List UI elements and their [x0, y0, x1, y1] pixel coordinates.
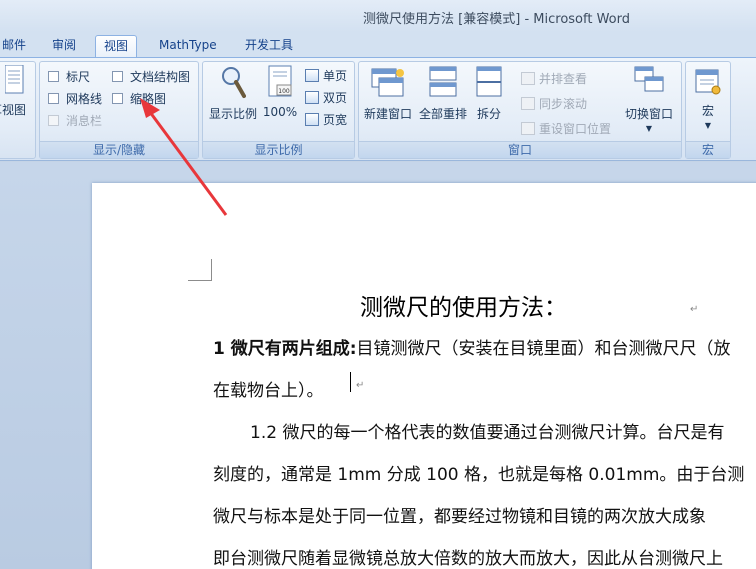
para1-text: 目镜测微尺（安装在目镜里面）和台测微尺尺（放 — [356, 339, 731, 359]
group-window: 新建窗口 全部重排 拆分 并排查看 同步滚动 重设窗口位置 切换窗口 ▼ 窗口 — [358, 61, 682, 159]
page-width-button[interactable]: 页宽 — [305, 111, 347, 128]
window-title: 测微尺使用方法 [兼容模式] - Microsoft Word — [363, 12, 630, 27]
gridlines-checkbox-box[interactable] — [48, 93, 59, 104]
gridlines-checkbox[interactable]: 网格线 — [48, 90, 102, 107]
page-width-label: 页宽 — [323, 113, 348, 127]
para1-bold: 1 微尺有两片组成: — [213, 339, 357, 359]
para1-line1: 1 微尺有两片组成:目镜测微尺（安装在目镜里面）和台测微尺尺（放 — [213, 334, 731, 359]
new-window-label: 新建窗口 — [363, 107, 412, 121]
tab-review[interactable]: 审阅 — [44, 35, 84, 57]
one-page-label: 单页 — [323, 69, 348, 83]
sync-scrolling-button: 同步滚动 — [521, 95, 587, 112]
draft-view-icon — [4, 64, 24, 94]
document-map-label: 文档结构图 — [130, 70, 191, 84]
draft-view-button[interactable]: 草视图 — [0, 64, 33, 118]
page-width-icon — [305, 113, 319, 126]
para2-line4: 即台测微尺随着显微镜总放大倍数的放大而放大，因此从台测微尺上 — [213, 549, 723, 569]
macros-icon — [695, 69, 721, 95]
group-macros: 宏 ▼ 宏 — [685, 61, 731, 159]
group-zoom: 显示比例 100 100% 单页 双页 页宽 显示比例 — [202, 61, 355, 159]
macros-group-label: 宏 — [686, 141, 730, 158]
switch-windows-button[interactable]: 切换窗口 ▼ — [621, 65, 677, 133]
zoom-button[interactable]: 显示比例 — [207, 65, 259, 122]
message-bar-label: 消息栏 — [66, 114, 103, 128]
draft-view-label: 草视图 — [0, 103, 26, 117]
arrange-all-icon — [429, 66, 457, 97]
arrange-all-label: 全部重排 — [418, 107, 467, 121]
sync-scrolling-icon — [521, 97, 535, 110]
zoom-100-label: 100% — [262, 105, 298, 119]
macros-label: 宏 — [701, 104, 714, 118]
tab-view[interactable]: 视图 — [95, 35, 138, 57]
margin-corner-mark — [188, 259, 212, 281]
text-cursor — [350, 372, 351, 392]
para2-line2: 刻度的，通常是 1mm 分成 100 格，也就是每格 0.01mm。由于台测 — [213, 465, 745, 485]
view-side-by-side-label: 并排查看 — [539, 72, 588, 86]
reset-window-position-button: 重设窗口位置 — [521, 120, 611, 137]
para2-line1: 1.2 微尺的每一个格代表的数值要通过台测微尺计算。台尺是有 — [250, 423, 725, 443]
split-button[interactable]: 拆分 — [473, 65, 505, 122]
document-map-checkbox-box[interactable] — [112, 71, 123, 82]
title-bar: 测微尺使用方法 [兼容模式] - Microsoft Word — [0, 0, 756, 32]
group-document-views: 草视图 — [0, 61, 36, 159]
document-heading: 测微尺的使用方法： — [360, 295, 567, 321]
gridlines-label: 网格线 — [66, 92, 103, 106]
ribbon-tab-row: 邮件 审阅 视图 MathType 开发工具 — [0, 32, 756, 57]
ruler-label: 标尺 — [66, 70, 91, 84]
ruler-checkbox-box[interactable] — [48, 71, 59, 82]
reset-window-position-label: 重设窗口位置 — [539, 122, 612, 136]
ribbon: 草视图 标尺 网格线 消息栏 文档结构图 缩略图 显示/隐藏 — [0, 57, 756, 161]
tab-mailings[interactable]: 邮件 — [0, 35, 34, 57]
window-group-label: 窗口 — [359, 141, 681, 158]
show-hide-group-label: 显示/隐藏 — [40, 141, 198, 158]
tab-developer[interactable]: 开发工具 — [237, 35, 301, 57]
message-bar-checkbox: 消息栏 — [48, 112, 102, 129]
side-by-side-icon — [521, 72, 535, 85]
switch-windows-label: 切换窗口 — [624, 107, 673, 121]
two-pages-icon — [305, 91, 319, 104]
thumbnails-checkbox[interactable]: 缩略图 — [112, 90, 166, 107]
paragraph-mark-icon: ↵ — [690, 304, 699, 315]
thumbnails-checkbox-box[interactable] — [112, 93, 123, 104]
zoom-button-label: 显示比例 — [208, 107, 257, 121]
two-pages-label: 双页 — [323, 91, 348, 105]
thumbnails-label: 缩略图 — [130, 92, 167, 106]
message-bar-checkbox-box — [48, 115, 59, 126]
tab-mathtype[interactable]: MathType — [151, 35, 225, 57]
split-label: 拆分 — [476, 107, 501, 121]
document-map-checkbox[interactable]: 文档结构图 — [112, 68, 190, 85]
magnifier-icon — [222, 67, 246, 98]
view-side-by-side-button: 并排查看 — [521, 70, 587, 87]
zoom-group-label: 显示比例 — [203, 141, 354, 158]
zoom-100-button[interactable]: 100 100% — [261, 65, 299, 119]
para2-line3: 微尺与标本是处于同一位置，都要经过物镜和目镜的两次放大成象 — [213, 507, 706, 527]
one-page-button[interactable]: 单页 — [305, 67, 347, 84]
para1-line2: 在载物台上）。 — [213, 381, 324, 401]
page-100-icon-text: 100 — [278, 88, 290, 95]
page-100-icon: 100 — [268, 65, 292, 97]
split-icon — [476, 66, 502, 97]
ruler-checkbox[interactable]: 标尺 — [48, 68, 90, 85]
one-page-icon — [305, 69, 319, 82]
chevron-down-icon: ▼ — [645, 124, 653, 133]
sync-scrolling-label: 同步滚动 — [539, 97, 588, 111]
macros-button[interactable]: 宏 ▼ — [688, 68, 728, 130]
group-show-hide: 标尺 网格线 消息栏 文档结构图 缩略图 显示/隐藏 — [39, 61, 199, 159]
new-window-icon — [371, 68, 404, 97]
reset-window-position-icon — [521, 122, 535, 135]
paragraph-mark-icon: ↵ — [356, 380, 365, 391]
switch-windows-icon — [634, 66, 664, 92]
two-pages-button[interactable]: 双页 — [305, 89, 347, 106]
chevron-down-icon: ▼ — [704, 121, 712, 130]
arrange-all-button[interactable]: 全部重排 — [415, 65, 471, 122]
new-window-button[interactable]: 新建窗口 — [361, 65, 415, 122]
